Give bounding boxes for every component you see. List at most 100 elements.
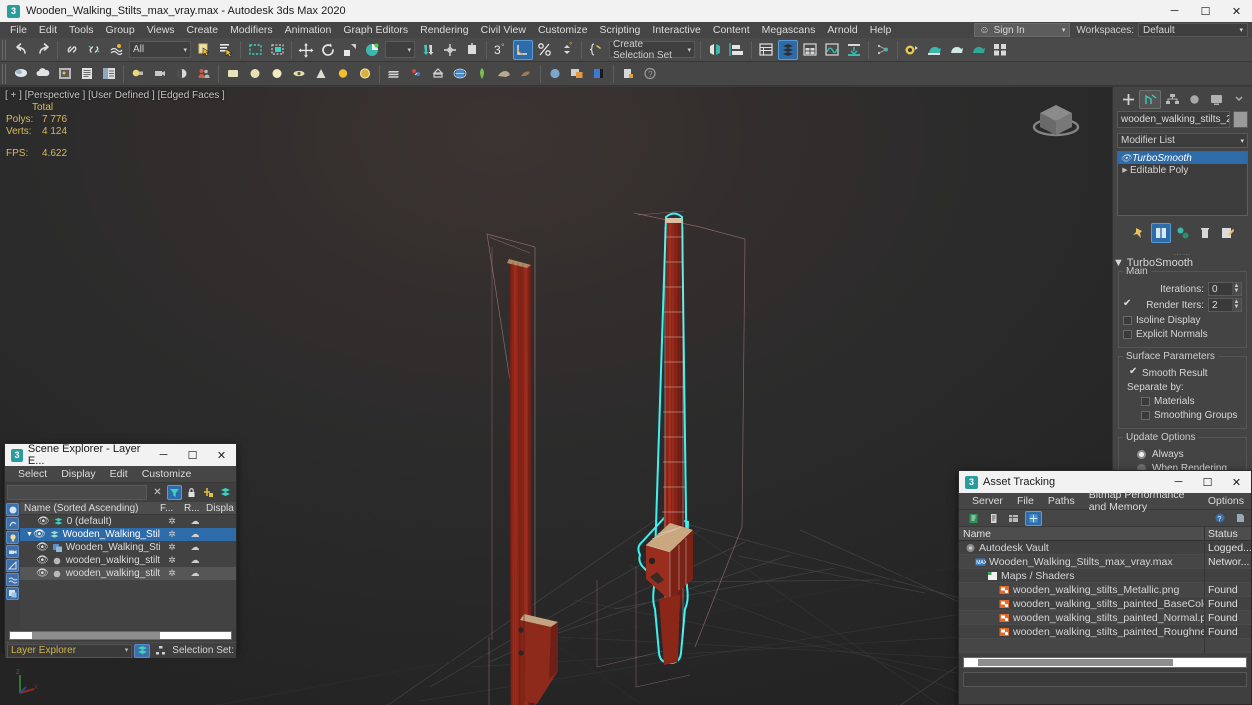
ribbon-icon[interactable]	[800, 40, 820, 60]
collapse-icon[interactable]: ▼	[26, 531, 33, 538]
lock-icon[interactable]	[184, 485, 199, 500]
cone-icon[interactable]	[311, 64, 331, 84]
table-row[interactable]: wooden_walking_stilts_painted_Roughness.…	[959, 625, 1251, 639]
eye-icon[interactable]: 👁	[37, 516, 50, 527]
column-status[interactable]: Status	[1205, 528, 1251, 540]
frozen-toggle[interactable]: ✲	[160, 542, 184, 553]
eye-icon[interactable]: 👁	[1120, 153, 1132, 164]
toolbar-grip[interactable]	[2, 40, 8, 60]
menu-item-file[interactable]: File	[4, 22, 33, 38]
pin-stack-icon[interactable]	[1129, 223, 1149, 243]
column-frozen[interactable]: F...	[160, 503, 184, 514]
maximize-button[interactable]: ☐	[1190, 0, 1221, 22]
material-editor-icon[interactable]	[902, 40, 922, 60]
chevron-right-icon[interactable]: ▶	[1120, 166, 1130, 174]
view-cube-icon[interactable]	[1028, 97, 1084, 147]
help-icon[interactable]: ?	[640, 64, 660, 84]
create-tab[interactable]	[1117, 90, 1139, 109]
table-row[interactable]: Maps / Shaders	[959, 569, 1251, 583]
grid-icon[interactable]	[1025, 511, 1042, 526]
curve-editor-icon[interactable]	[822, 40, 842, 60]
workspace-select[interactable]: Default ▾	[1138, 23, 1248, 37]
shading-icon[interactable]	[172, 64, 192, 84]
eye-icon[interactable]: 👁	[36, 542, 49, 553]
close-button[interactable]: ✕	[1221, 0, 1252, 22]
menu-item-modifiers[interactable]: Modifiers	[224, 22, 279, 38]
explorer-name-dropdown[interactable]: Layer Explorer ▾	[7, 644, 132, 658]
render-iters-spinner[interactable]: 2 ▲▼	[1208, 298, 1242, 312]
scene-states-icon[interactable]	[99, 64, 119, 84]
spinner-snap-icon[interactable]: °	[557, 40, 577, 60]
filter-icon[interactable]	[167, 485, 182, 500]
object-name-field[interactable]: wooden_walking_stilts_2	[1117, 111, 1230, 128]
layers-icon[interactable]	[384, 64, 404, 84]
menu-item-content[interactable]: Content	[707, 22, 756, 38]
reference-coordinate-combo[interactable]: ▾	[385, 41, 415, 58]
select-by-name-icon[interactable]	[216, 40, 236, 60]
menu-item-select[interactable]: Select	[11, 468, 54, 480]
helpers-filter-icon[interactable]	[6, 559, 19, 572]
menu-item-bitmap-performance[interactable]: Bitmap Performance and Memory	[1082, 489, 1201, 513]
redo-icon[interactable]	[33, 40, 53, 60]
frozen-toggle[interactable]: ✲	[160, 568, 184, 579]
globe-icon[interactable]	[450, 64, 470, 84]
align-icon[interactable]	[727, 40, 747, 60]
table-row[interactable]: Autodesk Vault Logged...	[959, 541, 1251, 555]
table-row[interactable]	[959, 639, 1251, 653]
modifier-list-dropdown[interactable]: Modifier List ▾	[1117, 133, 1248, 148]
eye-icon[interactable]	[289, 64, 309, 84]
scene-explorer-icon[interactable]	[778, 40, 798, 60]
smoothing-groups-checkbox[interactable]: Smoothing Groups	[1141, 410, 1242, 421]
bind-spacewarp-icon[interactable]	[106, 40, 126, 60]
frozen-toggle[interactable]: ✲	[160, 555, 184, 566]
cloud-icon[interactable]	[33, 64, 53, 84]
layer-mode-icon[interactable]	[134, 644, 150, 658]
search-input[interactable]	[7, 485, 147, 500]
hierarchy-mode-icon[interactable]	[152, 644, 168, 658]
xrefs-filter-icon[interactable]	[6, 587, 19, 600]
menu-item-server[interactable]: Server	[965, 495, 1010, 507]
render-toggle[interactable]: ☁	[184, 555, 206, 566]
select-and-scale-icon[interactable]	[340, 40, 360, 60]
unlink-icon[interactable]	[84, 40, 104, 60]
menu-item-edit[interactable]: Edit	[33, 22, 63, 38]
atom-icon[interactable]	[406, 64, 426, 84]
frozen-toggle[interactable]: ✲	[160, 516, 184, 527]
column-name[interactable]: Name	[959, 527, 1205, 541]
mirror-icon[interactable]	[705, 40, 725, 60]
lights-filter-icon[interactable]	[6, 531, 19, 544]
list-icon[interactable]	[985, 511, 1002, 526]
menu-item-rendering[interactable]: Rendering	[414, 22, 474, 38]
horn-icon[interactable]	[516, 64, 536, 84]
menu-item-megascans[interactable]: Megascans	[756, 22, 822, 38]
modify-tab[interactable]	[1139, 90, 1161, 109]
smooth-result-checkbox[interactable]: Smooth Result	[1129, 368, 1242, 379]
menu-item-scripting[interactable]: Scripting	[594, 22, 647, 38]
rendered-frame-icon[interactable]	[946, 40, 966, 60]
scene-explorer-dialog[interactable]: 3 Scene Explorer - Layer E... ─ ☐ ✕ Sele…	[4, 443, 237, 650]
list-item[interactable]: 👁 0 (default) ✲ ☁	[20, 515, 236, 528]
clear-search-icon[interactable]: ✕	[150, 485, 165, 500]
remove-modifier-icon[interactable]	[1195, 223, 1215, 243]
show-end-result-icon[interactable]	[1151, 223, 1171, 243]
check-in-icon[interactable]	[1231, 511, 1248, 526]
menu-item-options[interactable]: Options	[1201, 495, 1251, 507]
update-option-always[interactable]: Always	[1137, 449, 1242, 460]
select-object-icon[interactable]	[194, 40, 214, 60]
rectangular-region-icon[interactable]	[245, 40, 265, 60]
column-name[interactable]: Name (Sorted Ascending)	[20, 503, 160, 514]
menu-item-graph-editors[interactable]: Graph Editors	[337, 22, 414, 38]
camera-icon[interactable]	[150, 64, 170, 84]
layer-stack-icon[interactable]	[218, 485, 233, 500]
menu-item-animation[interactable]: Animation	[279, 22, 338, 38]
layer-explorer-icon[interactable]	[756, 40, 776, 60]
column-display[interactable]: Displa	[206, 503, 236, 514]
render-toggle[interactable]: ☁	[184, 529, 206, 540]
snaps-toggle-icon[interactable]: 3°	[491, 40, 511, 60]
table-row[interactable]: wooden_walking_stilts_Metallic.png Found	[959, 583, 1251, 597]
render-toggle[interactable]: ☁	[184, 516, 206, 527]
modifier-stack-item-editable-poly[interactable]: ▶ Editable Poly	[1118, 164, 1247, 176]
render-to-texture-icon[interactable]	[55, 64, 75, 84]
object-color-swatch[interactable]	[1233, 111, 1248, 128]
select-and-manipulate-icon[interactable]	[440, 40, 460, 60]
